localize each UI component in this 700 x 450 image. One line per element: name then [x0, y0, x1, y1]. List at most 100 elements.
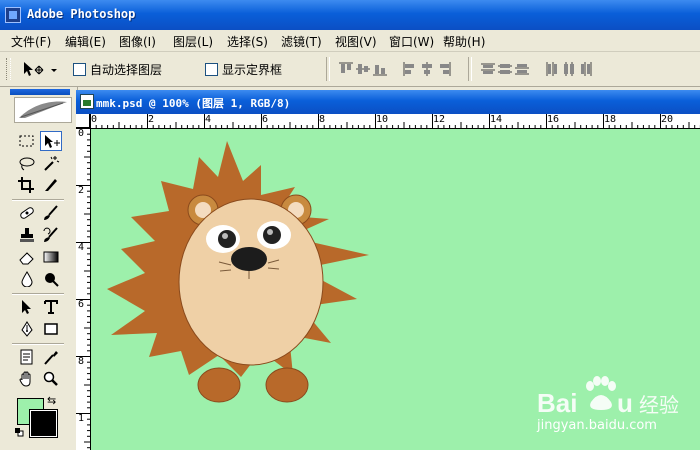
rectangle-shape-icon	[44, 323, 58, 335]
dodge-tool[interactable]	[40, 269, 62, 289]
ruler-label: 2	[148, 114, 155, 125]
brush-tool[interactable]	[40, 203, 62, 223]
ruler-label: 6	[262, 114, 269, 125]
eyedropper-tool[interactable]	[40, 347, 62, 367]
menu-layer[interactable]: 图层(L)	[173, 33, 213, 50]
background-color-swatch[interactable]	[29, 409, 58, 438]
lasso-tool[interactable]	[16, 153, 38, 173]
distribute-vcenter-icon[interactable]	[497, 61, 513, 77]
align-vertical-center-icon[interactable]	[355, 61, 371, 77]
document-icon	[80, 94, 94, 109]
ruler-label: 18	[604, 114, 617, 125]
distribute-left-icon[interactable]	[544, 61, 560, 77]
menu-bar: 文件(F) 编辑(E) 图像(I) 图层(L) 选择(S) 滤镜(T) 视图(V…	[0, 30, 700, 52]
show-bounding-box-checkbox[interactable]: 显示定界框	[205, 61, 282, 77]
pen-tool[interactable]	[16, 319, 38, 339]
menu-filter[interactable]: 滤镜(T)	[281, 33, 322, 50]
align-bottom-icon[interactable]	[372, 61, 388, 77]
brush-icon	[44, 205, 58, 220]
gradient-icon	[43, 251, 59, 263]
distribute-hcenter-icon[interactable]	[561, 61, 577, 77]
toolbox-header[interactable]	[10, 89, 70, 95]
toolbox-separator-3	[12, 343, 64, 345]
menu-select[interactable]: 选择(S)	[227, 33, 268, 50]
gradient-tool[interactable]	[40, 247, 62, 267]
ruler-origin[interactable]	[76, 114, 90, 128]
toolbox-separator-2	[12, 293, 64, 295]
menu-help[interactable]: 帮助(H)	[443, 33, 485, 50]
magic-wand-tool[interactable]	[40, 153, 62, 173]
hedgehog-left-foot	[197, 367, 241, 403]
hand-tool[interactable]	[16, 369, 38, 389]
align-right-icon[interactable]	[436, 61, 452, 77]
eraser-tool[interactable]	[16, 247, 38, 267]
crop-tool[interactable]	[16, 175, 38, 195]
ruler-ticks-v	[76, 128, 90, 449]
align-top-icon[interactable]	[338, 61, 354, 77]
history-brush-tool[interactable]	[40, 225, 62, 245]
type-tool[interactable]	[40, 297, 62, 317]
zoom-tool[interactable]	[40, 369, 62, 389]
align-horizontal-center-icon[interactable]	[419, 61, 435, 77]
hedgehog-nose	[231, 247, 267, 271]
vertical-ruler[interactable]: 0 2 4 6 8 1	[76, 128, 91, 450]
menu-image[interactable]: 图像(I)	[119, 33, 156, 50]
bandage-icon	[20, 207, 34, 219]
auto-select-label: 自动选择图层	[90, 63, 163, 77]
watermark-url: jingyan.baidu.com	[537, 418, 657, 433]
ruler-label: 16	[547, 114, 560, 125]
hand-icon	[19, 371, 31, 387]
lasso-icon	[19, 157, 35, 171]
ruler-label: 1	[78, 413, 85, 424]
menu-view[interactable]: 视图(V)	[335, 33, 377, 50]
blur-tool[interactable]	[16, 269, 38, 289]
ruler-label: 10	[376, 114, 389, 125]
notes-tool[interactable]	[16, 347, 38, 367]
auto-select-checkbox-box[interactable]	[73, 63, 86, 76]
toolbox-panel: ⇆	[0, 87, 78, 450]
menu-file[interactable]: 文件(F)	[11, 33, 51, 50]
options-bar-grip[interactable]	[6, 58, 11, 80]
auto-select-layer-checkbox[interactable]: 自动选择图层	[73, 61, 162, 77]
path-selection-tool[interactable]	[16, 297, 38, 317]
document-title: mmk.psd @ 100% (图层 1, RGB/8)	[96, 97, 291, 110]
show-bounds-checkbox-box[interactable]	[205, 63, 218, 76]
svg-text:u: u	[617, 388, 633, 418]
photoshop-app-icon	[5, 7, 21, 23]
pen-nib-icon	[21, 321, 33, 337]
horizontal-ruler[interactable]: 0 2 4 6 8 10 12 14 16 18 20	[90, 114, 700, 129]
rect-marquee-icon	[19, 135, 34, 147]
magic-wand-icon	[44, 156, 60, 171]
shape-tool[interactable]	[40, 319, 62, 339]
ruler-label: 0	[91, 114, 98, 125]
healing-brush-tool[interactable]	[16, 203, 38, 223]
hedgehog-right-eye-glint	[267, 229, 273, 235]
ruler-label: 0	[78, 128, 85, 139]
move-tool[interactable]	[40, 131, 62, 151]
swap-colors-icon[interactable]: ⇆	[47, 395, 59, 407]
document-title-bar[interactable]: mmk.psd @ 100% (图层 1, RGB/8)	[76, 90, 700, 114]
tool-preset-picker[interactable]	[22, 60, 60, 78]
svg-text:Bai: Bai	[537, 388, 577, 418]
ruler-label: 14	[490, 114, 503, 125]
ruler-label: 4	[78, 242, 85, 253]
ruler-label: 2	[78, 185, 85, 196]
move-tool-icon	[24, 62, 57, 76]
default-colors-icon[interactable]	[14, 427, 24, 437]
type-t-icon	[44, 300, 58, 314]
distribute-top-icon[interactable]	[480, 61, 496, 77]
slice-tool[interactable]	[40, 175, 62, 195]
adobe-online-button[interactable]	[14, 97, 72, 123]
distribute-right-icon[interactable]	[578, 61, 594, 77]
distribute-bottom-icon[interactable]	[514, 61, 530, 77]
ruler-label: 4	[205, 114, 212, 125]
note-icon	[20, 349, 33, 365]
menu-window[interactable]: 窗口(W)	[389, 33, 434, 50]
window-title-bar[interactable]: Adobe Photoshop	[0, 0, 700, 30]
menu-edit[interactable]: 编辑(E)	[65, 33, 106, 50]
history-brush-icon	[43, 227, 58, 242]
marquee-tool[interactable]	[16, 131, 38, 151]
eyedropper-icon	[44, 351, 58, 365]
align-left-icon[interactable]	[402, 61, 418, 77]
clone-stamp-tool[interactable]	[16, 225, 38, 245]
